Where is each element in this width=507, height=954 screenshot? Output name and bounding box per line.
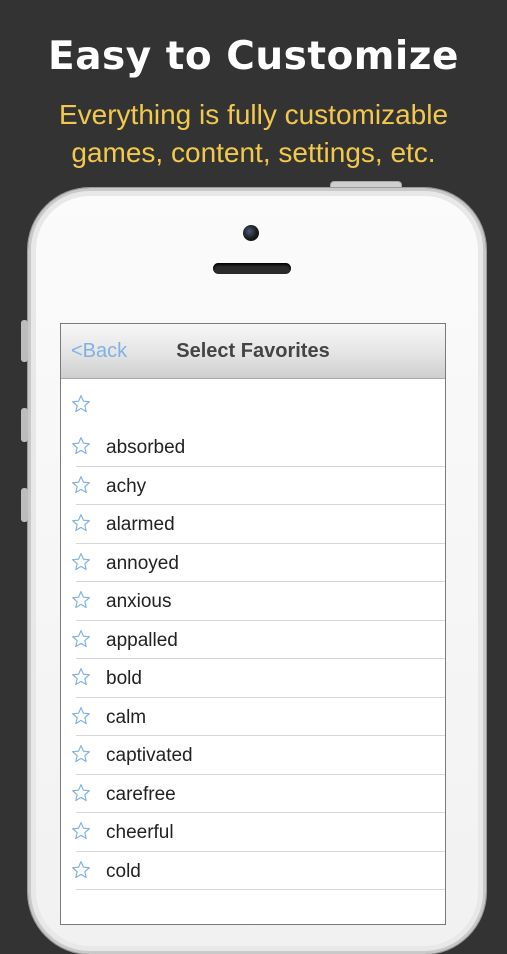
star-outline-icon[interactable] [71,744,91,764]
list-item-label: carefree [106,783,176,805]
star-outline-icon[interactable] [71,667,91,687]
list-item-label: achy [106,475,147,497]
row-divider [76,889,445,890]
list-item[interactable] [61,378,445,428]
list-item-label: annoyed [106,552,179,574]
list-item-label: cold [106,860,141,882]
star-outline-icon[interactable] [71,513,91,533]
list-item-label: appalled [106,629,178,651]
list-item-label: cheerful [106,822,174,843]
star-outline-icon[interactable] [71,475,91,495]
list-item-label: absorbed [106,437,186,458]
list-item[interactable]: captivated [61,736,445,775]
phone-screen: <Back Select Favorites absorbed achy alarm… [60,323,446,925]
star-outline-icon[interactable] [71,394,91,414]
favorites-list: absorbed achy alarmed annoyed anxious appalle… [61,378,445,890]
list-item[interactable]: calm [61,698,445,736]
list-item[interactable]: appalled [61,621,445,659]
star-outline-icon[interactable] [71,821,91,841]
navigation-bar: <Back Select Favorites [61,324,445,379]
star-outline-icon[interactable] [71,706,91,726]
promo-headline: Easy to Customize [48,34,459,79]
list-item-label: alarmed [106,514,175,535]
earpiece-speaker [213,263,291,274]
list-item[interactable]: absorbed [61,428,445,467]
promo-subline-line-1: Everything is fully customizable [58,99,449,130]
list-item[interactable]: carefree [61,775,445,813]
list-item-label: bold [106,668,142,689]
star-outline-icon[interactable] [71,629,91,649]
star-outline-icon[interactable] [71,860,91,880]
star-outline-icon[interactable] [71,590,91,610]
list-item[interactable]: bold [61,659,445,698]
list-item-label: captivated [106,745,193,766]
star-outline-icon[interactable] [71,552,91,572]
page-title: Select Favorites [176,340,330,362]
list-item[interactable]: cheerful [61,813,445,852]
list-item-label: anxious [106,591,172,612]
list-item[interactable]: cold [61,852,445,890]
phone-mute-switch [21,320,28,362]
promo-subline: Everything is fully customizable games, … [0,96,507,172]
star-outline-icon[interactable] [71,436,91,456]
phone-volume-up-button [21,408,28,442]
list-item[interactable]: annoyed [61,544,445,582]
star-outline-icon[interactable] [71,783,91,803]
front-camera-icon [243,225,259,241]
phone-volume-down-button [21,488,28,522]
list-item-label: calm [106,706,147,728]
promo-subline-line-2: games, content, settings, etc. [71,137,436,168]
list-item[interactable]: alarmed [61,505,445,544]
list-item[interactable]: anxious [61,582,445,621]
list-item[interactable]: achy [61,467,445,505]
